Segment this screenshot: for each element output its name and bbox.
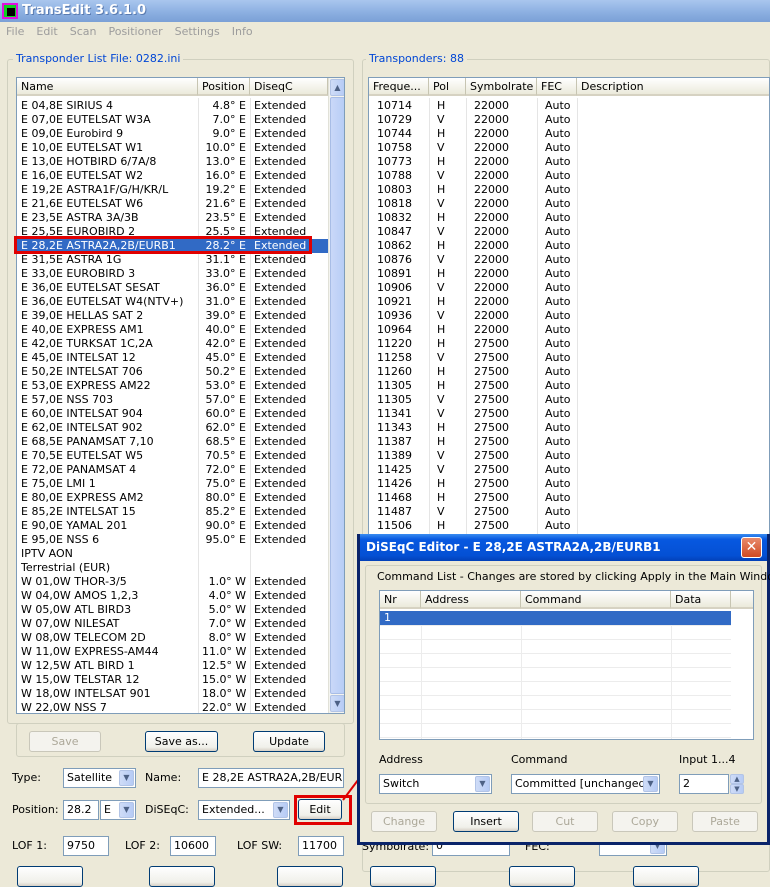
cut-button[interactable]: Cut: [532, 811, 598, 832]
column-header-data[interactable]: Data: [671, 591, 731, 609]
change-button[interactable]: Change: [371, 811, 437, 832]
address-select[interactable]: Switch ▼: [379, 774, 492, 794]
dialog-title-bar[interactable]: DiSEqC Editor - E 28,2E ASTRA2A,2B/EURB1: [360, 534, 767, 561]
chevron-down-icon[interactable]: ▼: [643, 776, 658, 792]
paste-button[interactable]: Paste: [692, 811, 758, 832]
input-spinner[interactable]: ▲ ▼: [730, 774, 744, 794]
command-list-hint: Command List - Changes are stored by cli…: [377, 570, 770, 583]
command-command: [521, 611, 671, 625]
diseqc-editor-dialog: DiSEqC Editor - E 28,2E ASTRA2A,2B/EURB1…: [357, 534, 770, 845]
spin-up-icon[interactable]: ▲: [730, 774, 744, 784]
command-list[interactable]: Nr Address Command Data 1: [379, 590, 754, 740]
command-label: Command: [511, 753, 568, 766]
column-header-address[interactable]: Address: [421, 591, 521, 609]
chevron-down-icon[interactable]: ▼: [475, 776, 490, 792]
command-address: [421, 611, 521, 625]
address-value: Switch: [383, 777, 420, 790]
command-row[interactable]: 1: [380, 611, 731, 625]
address-label: Address: [379, 753, 423, 766]
column-header-command[interactable]: Command: [521, 591, 671, 609]
column-header-nr[interactable]: Nr: [380, 591, 421, 609]
insert-button[interactable]: Insert: [453, 811, 519, 832]
input-spinner-field[interactable]: 2: [679, 774, 729, 794]
command-value: Committed [unchanged]: [515, 777, 650, 790]
dialog-title: DiSEqC Editor - E 28,2E ASTRA2A,2B/EURB1: [366, 540, 661, 554]
spin-down-icon[interactable]: ▼: [730, 784, 744, 794]
close-icon[interactable]: ✕: [741, 537, 762, 558]
command-select[interactable]: Committed [unchanged] ▼: [511, 774, 660, 794]
command-data: [671, 611, 731, 625]
command-nr: 1: [384, 611, 391, 624]
copy-button[interactable]: Copy: [612, 811, 678, 832]
input-label: Input 1...4: [679, 753, 736, 766]
